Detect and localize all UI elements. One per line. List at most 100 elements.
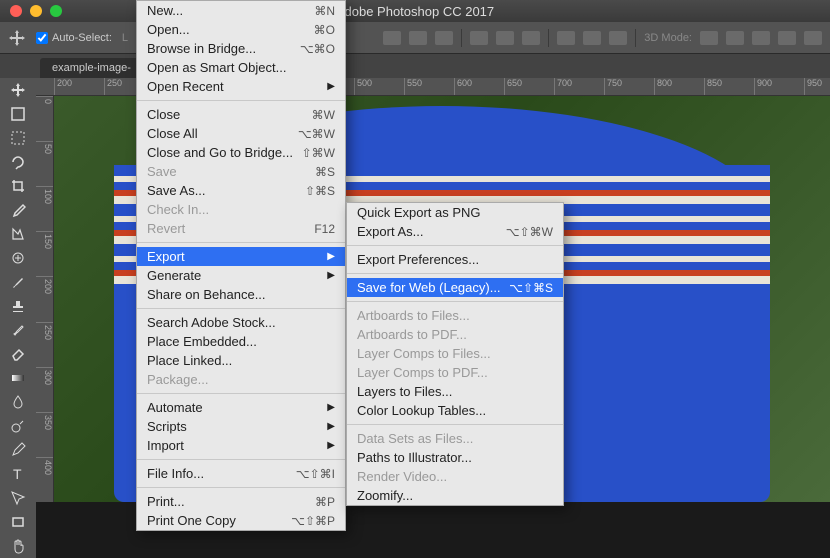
close-window-button[interactable] [10,5,22,17]
distribute-icon[interactable] [522,31,540,45]
hand-tool[interactable] [0,534,36,558]
align-icon[interactable] [409,31,427,45]
menu-item-export-as[interactable]: Export As...⌥⇧⌘W [347,222,563,241]
menu-item-open-as-smart-object[interactable]: Open as Smart Object... [137,58,345,77]
menu-item-browse-in-bridge[interactable]: Browse in Bridge...⌥⌘O [137,39,345,58]
menu-item-label: Generate [147,268,321,283]
menu-item-new[interactable]: New...⌘N [137,1,345,20]
menu-item-place-linked[interactable]: Place Linked... [137,351,345,370]
menu-item-color-lookup-tables[interactable]: Color Lookup Tables... [347,401,563,420]
menu-item-import[interactable]: Import▶ [137,436,345,455]
submenu-arrow-icon: ▶ [327,440,335,451]
menu-item-open[interactable]: Open...⌘O [137,20,345,39]
menu-item-label: Data Sets as Files... [357,431,553,446]
file-menu: New...⌘NOpen...⌘OBrowse in Bridge...⌥⌘OO… [136,0,346,531]
menu-item-label: Automate [147,400,321,415]
frame-tool[interactable] [0,222,36,246]
menu-item-export[interactable]: Export▶ [137,247,345,266]
menu-shortcut: ⇧⌘S [305,184,335,198]
menu-item-label: Share on Behance... [147,287,335,302]
rectangle-tool[interactable] [0,510,36,534]
align-icon[interactable] [383,31,401,45]
auto-select-checkbox[interactable]: Auto-Select: [36,32,112,44]
healing-tool[interactable] [0,246,36,270]
mode-3d-icon[interactable] [752,31,770,45]
distribute-icon[interactable] [557,31,575,45]
blur-tool[interactable] [0,390,36,414]
type-tool[interactable]: T [0,462,36,486]
menu-item-open-recent[interactable]: Open Recent▶ [137,77,345,96]
menu-item-label: Export As... [357,224,506,239]
distribute-icon[interactable] [496,31,514,45]
menu-item-close-all[interactable]: Close All⌥⌘W [137,124,345,143]
menu-item-close[interactable]: Close⌘W [137,105,345,124]
gradient-tool[interactable] [0,366,36,390]
mode-3d-icon[interactable] [726,31,744,45]
menu-item-file-info[interactable]: File Info...⌥⇧⌘I [137,464,345,483]
mode-3d-icon[interactable] [778,31,796,45]
menu-item-label: File Info... [147,466,296,481]
menu-item-paths-to-illustrator[interactable]: Paths to Illustrator... [347,448,563,467]
menu-item-package: Package... [137,370,345,389]
ruler-tick: 100 [36,186,53,231]
menu-shortcut: ⌥⌘W [298,127,335,141]
menu-item-layer-comps-to-pdf: Layer Comps to PDF... [347,363,563,382]
menu-item-label: Check In... [147,202,335,217]
menu-shortcut: ⌘S [315,165,335,179]
minimize-window-button[interactable] [30,5,42,17]
menu-item-zoomify[interactable]: Zoomify... [347,486,563,505]
brush-tool[interactable] [0,270,36,294]
document-tab[interactable]: example-image- [40,58,143,78]
menu-item-data-sets-as-files: Data Sets as Files... [347,429,563,448]
menu-item-share-on-behance[interactable]: Share on Behance... [137,285,345,304]
menu-item-label: New... [147,3,314,18]
menu-shortcut: ⌘W [312,108,335,122]
menu-item-label: Close [147,107,312,122]
menu-item-label: Save As... [147,183,305,198]
align-icon[interactable] [435,31,453,45]
menu-item-label: Render Video... [357,469,553,484]
marquee-tool[interactable] [0,126,36,150]
menu-item-layers-to-files[interactable]: Layers to Files... [347,382,563,401]
distribute-icon[interactable] [470,31,488,45]
menu-item-print-one-copy[interactable]: Print One Copy⌥⇧⌘P [137,511,345,530]
ruler-tick: 0 [36,96,53,141]
dodge-tool[interactable] [0,414,36,438]
auto-select-target[interactable]: L [122,32,128,44]
menu-item-check-in: Check In... [137,200,345,219]
menu-item-close-and-go-to-bridge[interactable]: Close and Go to Bridge...⇧⌘W [137,143,345,162]
artboard-tool[interactable] [0,102,36,126]
zoom-window-button[interactable] [50,5,62,17]
distribute-icon[interactable] [609,31,627,45]
history-tool[interactable] [0,318,36,342]
lasso-tool[interactable] [0,150,36,174]
distribute-icon[interactable] [583,31,601,45]
ruler-tick: 500 [354,78,404,95]
menu-item-label: Zoomify... [357,488,553,503]
pen-tool[interactable] [0,438,36,462]
menu-shortcut: ⌥⌘O [300,42,335,56]
eyedropper-tool[interactable] [0,198,36,222]
menu-item-save-as[interactable]: Save As...⇧⌘S [137,181,345,200]
menu-item-place-embedded[interactable]: Place Embedded... [137,332,345,351]
move-tool[interactable] [0,78,36,102]
menu-item-label: Save for Web (Legacy)... [357,280,509,295]
menu-item-automate[interactable]: Automate▶ [137,398,345,417]
mode-3d-icon[interactable] [700,31,718,45]
mode-3d-icon[interactable] [804,31,822,45]
menu-item-search-adobe-stock[interactable]: Search Adobe Stock... [137,313,345,332]
stamp-tool[interactable] [0,294,36,318]
app-title: Adobe Photoshop CC 2017 [0,4,830,19]
menu-item-quick-export-as-png[interactable]: Quick Export as PNG [347,203,563,222]
ruler-vertical: 050100150200250300350400 [36,96,54,502]
menu-item-generate[interactable]: Generate▶ [137,266,345,285]
menu-item-scripts[interactable]: Scripts▶ [137,417,345,436]
menu-item-export-preferences[interactable]: Export Preferences... [347,250,563,269]
menu-item-label: Close and Go to Bridge... [147,145,302,160]
path-tool[interactable] [0,486,36,510]
eraser-tool[interactable] [0,342,36,366]
menu-item-save-for-web-legacy[interactable]: Save for Web (Legacy)...⌥⇧⌘S [347,278,563,297]
crop-tool[interactable] [0,174,36,198]
tools-panel: T [0,78,36,558]
menu-item-artboards-to-pdf: Artboards to PDF... [347,325,563,344]
